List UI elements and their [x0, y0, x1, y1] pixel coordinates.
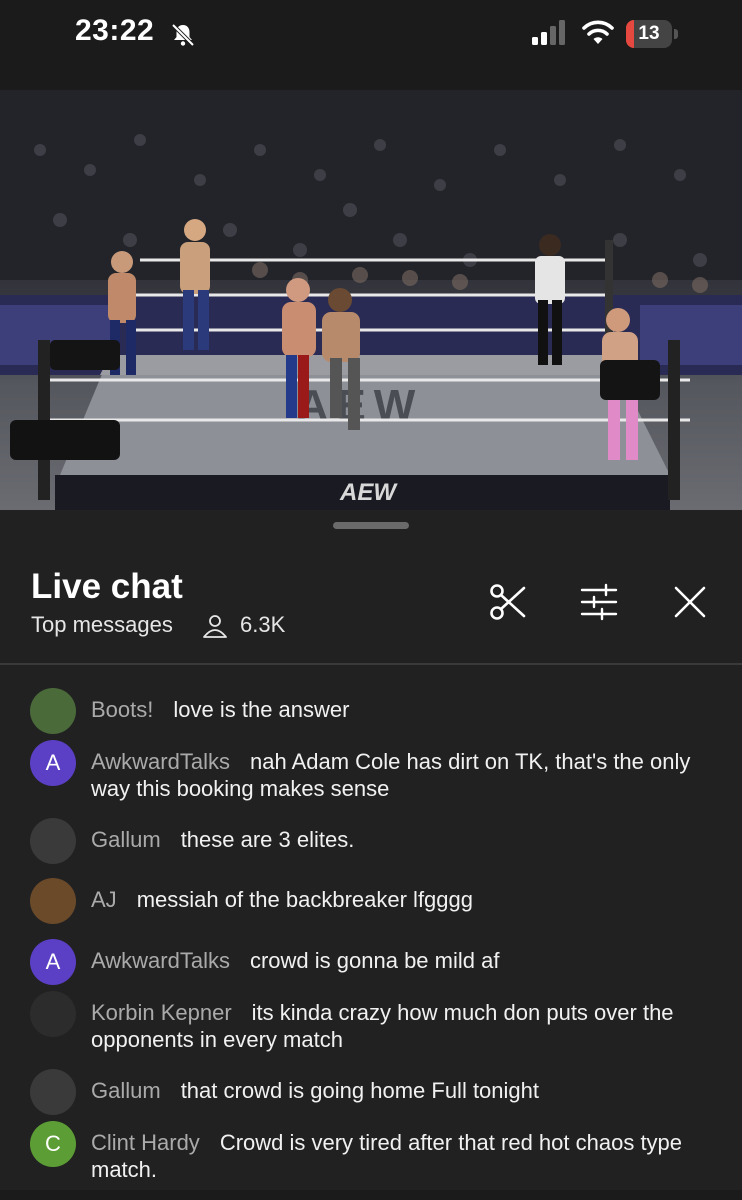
- bottom-edge: [0, 1190, 742, 1200]
- message-author[interactable]: AJ: [91, 887, 117, 912]
- chat-mode-selector[interactable]: Top messages: [31, 612, 173, 638]
- message-author[interactable]: Clint Hardy: [91, 1130, 200, 1155]
- bell-slash-icon: [171, 23, 195, 47]
- sheet-drag-handle[interactable]: [333, 522, 409, 529]
- message-author[interactable]: Gallum: [91, 1078, 161, 1103]
- viewer-count: 6.3K: [240, 612, 286, 637]
- message-author[interactable]: AwkwardTalks: [91, 749, 230, 774]
- avatar[interactable]: A: [30, 740, 76, 786]
- message-author[interactable]: AwkwardTalks: [91, 948, 230, 973]
- apron-logo: AEW: [339, 479, 398, 506]
- person-icon: [203, 615, 227, 638]
- message-text: these are 3 elites.: [180, 827, 355, 852]
- cellular-signal-icon: [532, 20, 565, 45]
- message-text: messiah of the backbreaker lfgggg: [136, 887, 473, 912]
- avatar[interactable]: [30, 688, 76, 734]
- message-text: crowd is gonna be mild af: [249, 948, 500, 973]
- avatar[interactable]: [30, 1069, 76, 1115]
- status-bar: 23:22 13: [0, 0, 742, 90]
- message-author[interactable]: Korbin Kepner: [91, 1000, 232, 1025]
- avatar[interactable]: [30, 818, 76, 864]
- message-text: love is the answer: [173, 697, 350, 722]
- header-divider: [0, 663, 742, 665]
- avatar[interactable]: [30, 991, 76, 1037]
- avatar[interactable]: [30, 878, 76, 924]
- battery-indicator: 13: [626, 20, 680, 48]
- video-frame: AEW AEW: [0, 90, 742, 510]
- message-author[interactable]: Boots!: [91, 697, 153, 722]
- wifi-icon: [582, 20, 614, 44]
- video-player[interactable]: AEW AEW: [0, 90, 742, 510]
- chat-title: Live chat: [31, 567, 183, 606]
- sliders-icon[interactable]: [580, 582, 620, 622]
- avatar[interactable]: A: [30, 939, 76, 985]
- message-text: that crowd is going home Full tonight: [180, 1078, 539, 1103]
- close-icon[interactable]: [670, 582, 710, 622]
- battery-level: 13: [638, 23, 660, 44]
- message-author[interactable]: Gallum: [91, 827, 161, 852]
- status-time: 23:22: [75, 14, 155, 47]
- avatar[interactable]: C: [30, 1121, 76, 1167]
- scissors-icon[interactable]: [488, 582, 528, 622]
